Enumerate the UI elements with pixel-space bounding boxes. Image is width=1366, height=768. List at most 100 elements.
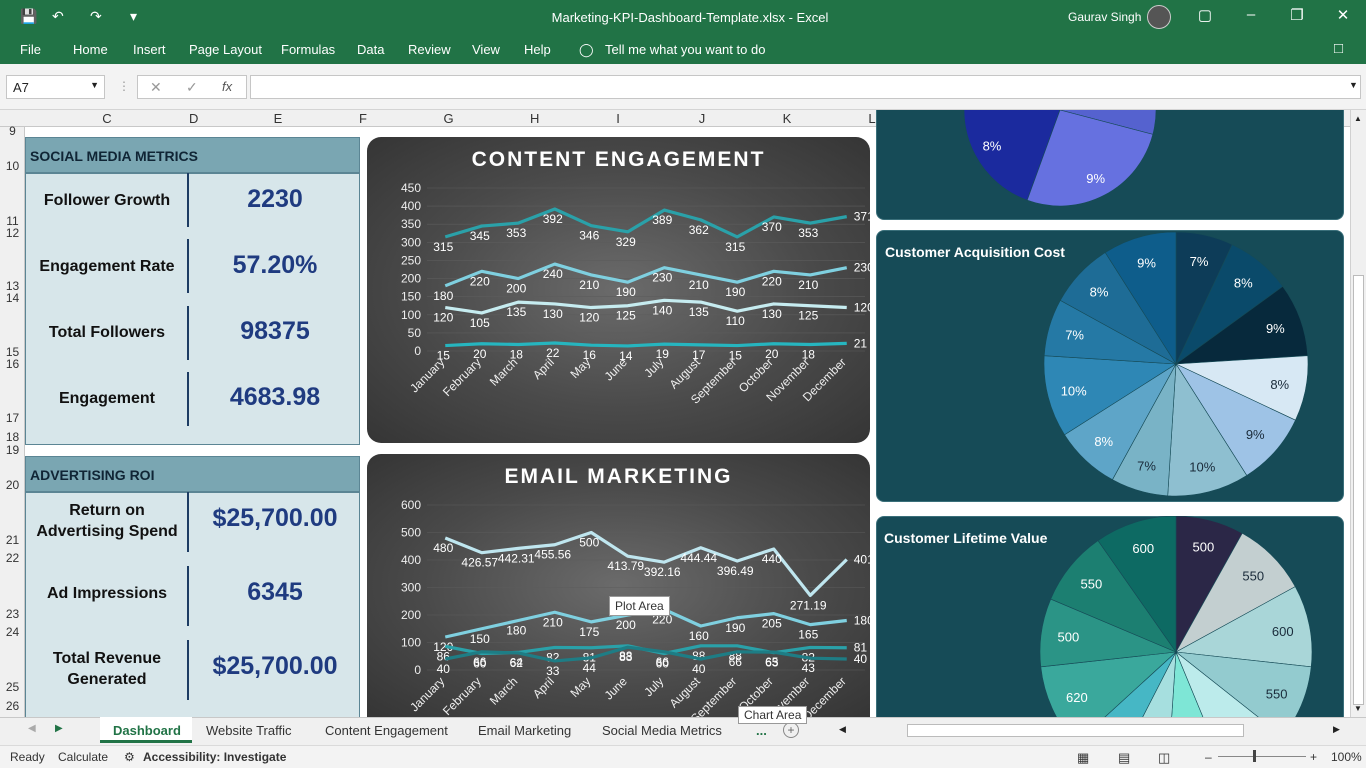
name-box[interactable]: A7 ▼	[6, 75, 105, 99]
x-tick-label: July	[641, 674, 666, 699]
expand-formula-icon[interactable]: ▼	[1349, 80, 1358, 90]
tab-data[interactable]: Data	[357, 42, 384, 57]
row-header[interactable]: 18	[0, 430, 25, 444]
normal-view-icon[interactable]: ▦	[1077, 750, 1089, 766]
tab-scroll-left-icon[interactable]: ◀	[28, 723, 36, 734]
maximize-icon[interactable]: ❐	[1282, 6, 1312, 24]
more-sheets-button[interactable]: ...	[756, 723, 767, 738]
row-header[interactable]: 10	[0, 159, 25, 173]
accessibility-status[interactable]: Accessibility: Investigate	[143, 750, 286, 764]
row-header[interactable]: 9	[0, 124, 25, 138]
row-header[interactable]: 12	[0, 226, 25, 240]
slice-label: 550	[1081, 577, 1103, 592]
minimize-icon[interactable]: –	[1236, 6, 1266, 23]
undo-icon[interactable]: ↶	[52, 8, 64, 25]
ribbon-display-icon[interactable]: ▢	[1190, 6, 1220, 24]
comments-icon[interactable]: □	[1334, 40, 1343, 57]
col-header[interactable]: J	[698, 110, 706, 127]
row-header[interactable]: 24	[0, 625, 25, 639]
data-label: 353	[506, 226, 526, 240]
page-layout-view-icon[interactable]: ▤	[1118, 750, 1130, 766]
col-header[interactable]: I	[538, 110, 698, 127]
row-header[interactable]: 23	[0, 607, 25, 621]
avatar[interactable]	[1147, 5, 1171, 29]
hscroll-thumb[interactable]	[907, 724, 1244, 737]
tab-view[interactable]: View	[472, 42, 500, 57]
data-label: 389	[652, 213, 672, 227]
data-label: 442.31	[498, 551, 535, 565]
customize-qat-icon[interactable]: ▾	[130, 8, 137, 25]
col-header[interactable]: C	[25, 110, 189, 127]
data-label: 180	[854, 614, 870, 628]
row-header[interactable]: 14	[0, 291, 25, 305]
col-header[interactable]: H	[530, 110, 539, 127]
email-marketing-plot[interactable]: 0100200300400500600JanuaryFebruary March A…	[367, 454, 870, 717]
tell-me-search[interactable]: Tell me what you want to do	[605, 42, 765, 57]
zoom-in-icon[interactable]: +	[1310, 750, 1317, 764]
tab-review[interactable]: Review	[408, 42, 451, 57]
col-header[interactable]: K	[706, 110, 868, 127]
redo-icon[interactable]: ↷	[90, 8, 102, 25]
data-label: 40	[692, 662, 706, 676]
customer-lifetime-value-plot[interactable]: 500550600550500450400350620500550600	[876, 516, 1344, 717]
y-tick-label: 100	[401, 636, 421, 650]
data-label: 440	[762, 552, 782, 566]
social-metrics-header: SOCIAL MEDIA METRICS	[25, 137, 360, 173]
col-header[interactable]: E	[197, 110, 359, 127]
col-header[interactable]: F	[359, 110, 367, 127]
tab-file[interactable]: File	[20, 42, 41, 57]
tab-content-engagement[interactable]: Content Engagement	[325, 723, 448, 738]
cancel-icon[interactable]: ✕	[150, 79, 162, 96]
tab-website-traffic[interactable]: Website Traffic	[206, 723, 292, 738]
enter-icon[interactable]: ✓	[186, 79, 198, 96]
row-header[interactable]: 21	[0, 533, 25, 547]
scroll-down-icon[interactable]: ▼	[1354, 704, 1362, 713]
tab-help[interactable]: Help	[524, 42, 551, 57]
col-header[interactable]: G	[367, 110, 530, 127]
tab-social-media-metrics[interactable]: Social Media Metrics	[602, 723, 722, 738]
pie-plot-top[interactable]: 8%7%10%9%	[876, 110, 1344, 220]
scroll-up-icon[interactable]: ▲	[1354, 114, 1362, 123]
row-header[interactable]: 17	[0, 411, 25, 425]
tab-email-marketing[interactable]: Email Marketing	[478, 723, 571, 738]
chevron-down-icon[interactable]: ▼	[90, 80, 99, 90]
user-name[interactable]: Gaurav Singh	[1068, 10, 1141, 24]
tab-insert[interactable]: Insert	[133, 42, 166, 57]
scroll-thumb[interactable]	[1353, 275, 1364, 705]
close-icon[interactable]: ✕	[1328, 6, 1358, 24]
zoom-level[interactable]: 100%	[1331, 750, 1362, 764]
vertical-scrollbar[interactable]: ▲ ▼	[1350, 110, 1366, 717]
y-tick-label: 200	[401, 272, 421, 286]
tab-scroll-right-icon[interactable]: ▶	[55, 723, 63, 734]
row-header[interactable]: 20	[0, 478, 25, 492]
row-header[interactable]: 25	[0, 680, 25, 694]
content-engagement-plot[interactable]: 050100150200250300350400450JanuaryFebrua…	[367, 137, 870, 443]
save-icon[interactable]: 💾	[20, 8, 37, 25]
row-header[interactable]: 16	[0, 357, 25, 371]
row-header[interactable]: 26	[0, 699, 25, 713]
zoom-slider-thumb[interactable]	[1253, 750, 1256, 762]
col-header[interactable]: D	[189, 110, 198, 127]
status-calculate[interactable]: Calculate	[58, 750, 108, 764]
zoom-out-icon[interactable]: –	[1205, 750, 1212, 764]
hscroll-left-icon[interactable]: ◀	[839, 724, 846, 735]
customer-acquisition-cost-plot[interactable]: 7% 8% 9% 8% 9% 10% 7% 8% 10% 7% 8% 9%	[876, 230, 1344, 502]
metric-value: 2230	[247, 185, 303, 213]
tab-home[interactable]: Home	[73, 42, 108, 57]
formula-input[interactable]	[250, 75, 1361, 99]
row-header[interactable]: 22	[0, 551, 25, 565]
tab-page-layout[interactable]: Page Layout	[189, 42, 262, 57]
hscroll-right-icon[interactable]: ▶	[1333, 724, 1340, 735]
row-header[interactable]: 19	[0, 443, 25, 457]
tab-formulas[interactable]: Formulas	[281, 42, 335, 57]
data-label: 66	[656, 655, 670, 669]
data-label: 19	[656, 347, 670, 361]
page-break-view-icon[interactable]: ◫	[1158, 750, 1170, 766]
zoom-slider[interactable]	[1218, 756, 1306, 757]
col-header[interactable]: L	[868, 110, 876, 127]
slice-label: 550	[1266, 686, 1288, 701]
data-label: 16	[583, 348, 597, 362]
insert-function-icon[interactable]: fx	[222, 79, 232, 94]
add-sheet-icon[interactable]: +	[783, 722, 799, 738]
data-label: 83	[619, 650, 633, 664]
